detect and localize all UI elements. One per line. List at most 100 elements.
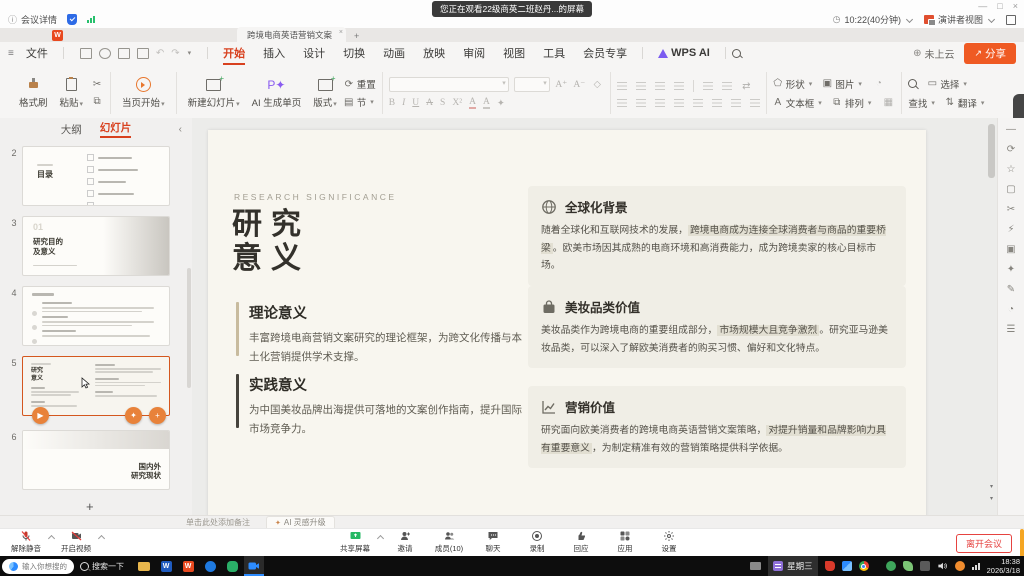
apps-button[interactable]: 应用 (603, 530, 647, 554)
format-painter-button[interactable]: 格式刷 (14, 75, 53, 111)
document-tab[interactable]: 跨境电商英语营销文案 × (237, 27, 346, 42)
play-slide-button[interactable]: ▶ (32, 407, 49, 424)
bullets-icon[interactable] (617, 82, 627, 90)
notes-placeholder[interactable]: 单击此处添加备注 (186, 517, 250, 528)
tab-slideshow[interactable]: 放映 (414, 43, 454, 63)
cloud-drive-tray-icon[interactable] (842, 561, 852, 571)
properties-icon[interactable]: ⟳ (1007, 144, 1015, 155)
green-tray-icon[interactable] (886, 561, 896, 571)
tab-home[interactable]: 开始 (214, 43, 254, 63)
bold-button[interactable]: B (389, 98, 395, 108)
save-icon[interactable] (80, 48, 92, 59)
overlay-scrollbar[interactable] (1020, 529, 1024, 557)
new-slide-button[interactable]: 新建幻灯片▾ (183, 75, 245, 111)
tab-transition[interactable]: 切换 (334, 43, 374, 63)
taskbar-search-box[interactable]: 输入你想搜的 (2, 559, 74, 574)
tab-member[interactable]: 会员专享 (574, 43, 636, 63)
outline-tab[interactable]: 大纲 (61, 122, 82, 137)
play-from-current-button[interactable]: 当页开始▾ (117, 75, 170, 111)
qat-more-icon[interactable]: ▾ (188, 49, 192, 57)
tab-tools[interactable]: 工具 (534, 43, 574, 63)
chrome-icon[interactable] (859, 561, 869, 571)
ai-assist-icon[interactable]: ✦ (1007, 264, 1015, 275)
video-options-icon[interactable] (98, 535, 105, 542)
font-size-select[interactable] (514, 77, 550, 92)
next-slide-icon[interactable]: ▾ (988, 495, 995, 502)
add-slide-button[interactable]: + (86, 499, 94, 514)
favorites-icon[interactable]: ☆ (1007, 164, 1016, 175)
text-effects-button[interactable]: ✦ (497, 98, 505, 109)
gray-tray-icon[interactable] (920, 561, 930, 571)
layout-button[interactable]: 版式▾ (308, 75, 342, 111)
strikethrough-button[interactable]: A (426, 98, 433, 108)
print-icon[interactable] (118, 48, 130, 59)
word-icon[interactable]: W (156, 556, 176, 576)
new-tab-button[interactable]: + (354, 30, 359, 42)
font-color-button[interactable]: A (469, 97, 476, 109)
section-button[interactable]: ▤节▾ (344, 95, 374, 109)
notes-ai-tab[interactable]: ✦ AI 灵感升级 (266, 516, 335, 528)
tab-wps-ai[interactable]: WPS AI (649, 45, 719, 61)
wps-icon[interactable]: W (178, 556, 198, 576)
file-explorer-icon[interactable] (134, 556, 154, 576)
leave-meeting-button[interactable]: 离开会议 (956, 534, 1012, 553)
align-right-icon[interactable] (655, 99, 665, 107)
align-left-icon[interactable] (617, 99, 627, 107)
outline-pane-icon[interactable]: ☰ (1007, 324, 1016, 335)
meeting-timer[interactable]: ◷ 10:22(40分钟) (833, 13, 914, 26)
speaker-view-selector[interactable]: 演讲者视图 (924, 13, 996, 26)
add-slide-fab[interactable]: + (149, 407, 166, 424)
paragraph-menu-icon[interactable] (750, 99, 760, 107)
slide-thumbnail-2[interactable]: 2 目录 (6, 146, 186, 206)
tab-close-icon[interactable]: × (339, 29, 343, 36)
arrange-button[interactable]: ⧉排列▾ (832, 96, 872, 110)
ai-generate-page-button[interactable]: P✦ AI 生成单页 (247, 75, 307, 111)
maximize-icon[interactable]: □ (997, 0, 1002, 13)
output-icon[interactable] (99, 48, 111, 59)
antivirus-tray-icon[interactable] (825, 561, 835, 571)
textbox-button[interactable]: A文本框▾ (773, 96, 822, 110)
security-badge[interactable] (67, 14, 77, 25)
comment-pane-icon[interactable]: ◔ (1008, 304, 1014, 315)
indent-increase-icon[interactable] (674, 82, 684, 90)
cloud-status[interactable]: ⊕ 未上云 (913, 46, 954, 61)
indent-decrease-icon[interactable] (655, 82, 665, 90)
taskbar-clock[interactable]: 18:38 2026/3/18 (987, 557, 1020, 576)
slide-thumbnail-5-selected[interactable]: 5 研究 意义 (6, 356, 186, 416)
increase-font-icon[interactable]: A⁺ (555, 79, 568, 90)
ai-beautify-button[interactable]: ✦ (125, 407, 142, 424)
search-icon[interactable] (908, 79, 917, 88)
tab-design[interactable]: 设计 (294, 43, 334, 63)
picture-button[interactable]: ▣图片▾ (822, 77, 862, 91)
calendar-tile[interactable]: 星期三 (768, 556, 818, 576)
crop-icon[interactable]: ✂ (1007, 204, 1015, 215)
wps-logo-icon[interactable]: W (52, 30, 63, 41)
meeting-app-icon[interactable] (244, 556, 264, 576)
text-direction-icon[interactable] (703, 82, 713, 90)
share-screen-button[interactable]: 共享屏幕 (333, 530, 377, 554)
effects-icon[interactable]: ⚡ (1007, 224, 1014, 235)
underline-button[interactable]: U (412, 98, 419, 108)
current-slide[interactable]: RESEARCH SIGNIFICANCE 研究 意义 理论意义 丰富跨境电商营… (208, 130, 926, 516)
justify-icon[interactable] (674, 99, 684, 107)
browser-tray-icon[interactable] (955, 561, 965, 571)
prev-slide-icon[interactable]: ▾ (988, 483, 995, 490)
slide-thumbnail-3[interactable]: 3 01 研究目的 及意义 (6, 216, 186, 276)
select-button[interactable]: ▭选择▾ (927, 77, 967, 91)
search-go-button[interactable]: 搜索一下 (80, 561, 124, 572)
preview-icon[interactable] (137, 48, 149, 59)
background-icon[interactable]: ▣ (1006, 244, 1015, 255)
record-button[interactable]: 录制 (515, 530, 559, 554)
close-icon[interactable]: × (1013, 0, 1018, 13)
briefcase-icon[interactable] (750, 562, 761, 570)
tab-animation[interactable]: 动画 (374, 43, 414, 63)
paragraph-spacing-icon[interactable] (731, 99, 741, 107)
cut-icon[interactable]: ✂ (90, 78, 104, 91)
minimize-icon[interactable]: — (978, 0, 987, 13)
hamburger-icon[interactable]: ≡ (8, 48, 14, 59)
slide-thumbnail-4[interactable]: 4 (6, 286, 186, 346)
redo-icon[interactable]: ↷ (171, 48, 179, 59)
columns-icon[interactable] (712, 99, 722, 107)
scrollbar-thumb[interactable] (988, 124, 995, 178)
menu-file[interactable]: 文件 (17, 43, 57, 63)
